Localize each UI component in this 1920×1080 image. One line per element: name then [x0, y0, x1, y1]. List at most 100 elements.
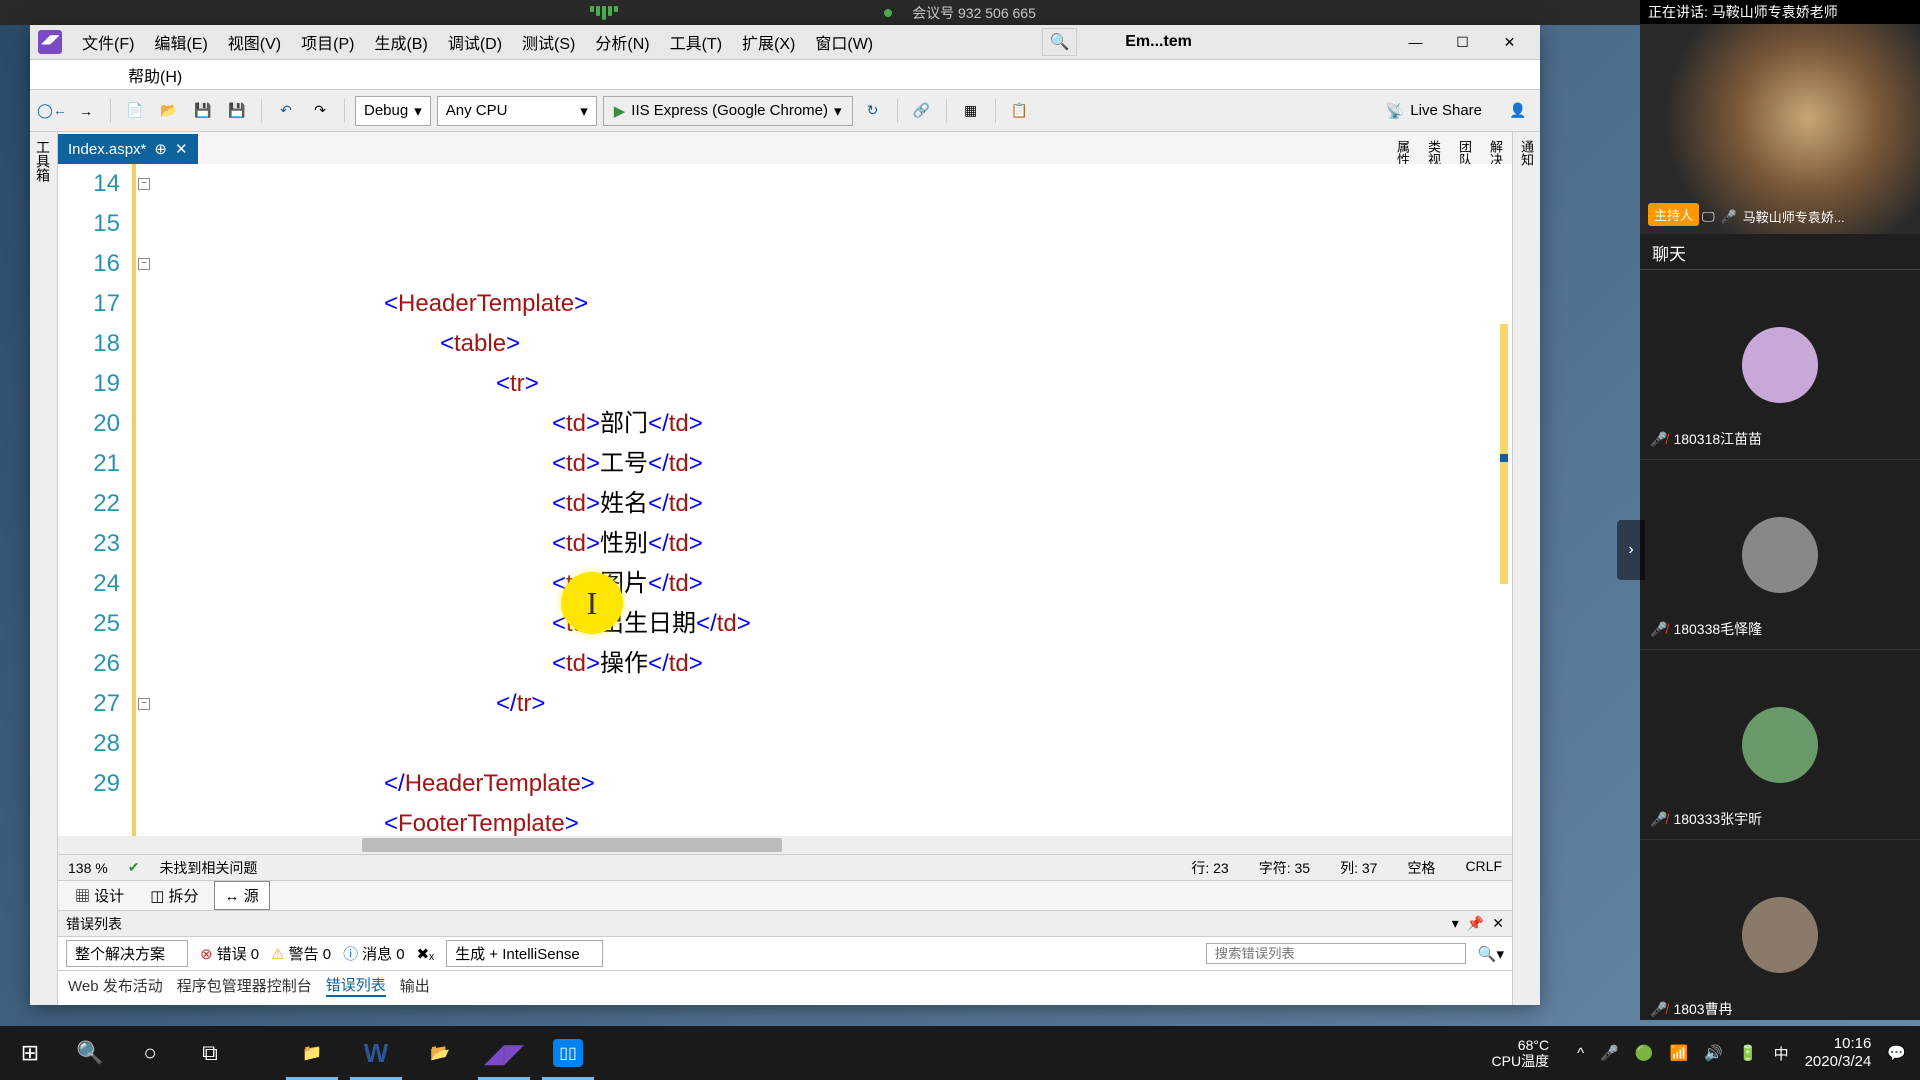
save-icon[interactable]: 💾	[189, 97, 217, 125]
participant[interactable]: 🎤̸1803曹冉	[1640, 840, 1920, 1020]
toolbox-tab[interactable]: 工具箱	[30, 132, 58, 1005]
tray-chevron-icon[interactable]: ^	[1577, 1045, 1584, 1062]
tab-notifications[interactable]: 通知	[1517, 140, 1536, 997]
sidebar-collapse-button[interactable]: ›	[1617, 520, 1645, 580]
code-line[interactable]: <FooterTemplate>	[160, 804, 1512, 836]
code-line[interactable]: </tr>	[160, 684, 1512, 724]
nav-back-icon[interactable]: ◯←	[38, 97, 66, 125]
code-line[interactable]: <HeaderTemplate>	[160, 284, 1512, 324]
fold-toggle-icon[interactable]: −	[138, 698, 150, 710]
taskbar-app-visualstudio[interactable]: ◢◤	[472, 1026, 536, 1080]
view-tab-source[interactable]: ↔ 源	[214, 881, 270, 910]
redo-icon[interactable]: ↷	[306, 97, 334, 125]
start-button[interactable]: ⊞	[0, 1026, 60, 1080]
intellisense-toggle[interactable]: ✖ₓ	[417, 945, 435, 963]
tray-notifications-icon[interactable]: 💬	[1887, 1044, 1906, 1062]
cpu-temp[interactable]: 68°C CPU温度	[1492, 1037, 1550, 1069]
nav-forward-icon[interactable]: →	[72, 97, 100, 125]
tab-error-list[interactable]: 错误列表	[326, 974, 386, 997]
code-line[interactable]: <td>工号</td>	[160, 444, 1512, 484]
code-line[interactable]	[160, 724, 1512, 764]
maximize-button[interactable]: ☐	[1440, 27, 1485, 57]
taskbar-app-explorer[interactable]: 📁	[280, 1026, 344, 1080]
menu-extensions[interactable]: 扩展(X)	[734, 26, 803, 58]
view-tab-split[interactable]: ◫ 拆分	[139, 881, 209, 910]
code-line[interactable]: <table>	[160, 324, 1512, 364]
menu-view[interactable]: 视图(V)	[220, 26, 289, 58]
open-folder-icon[interactable]: 📂	[155, 97, 183, 125]
tray-ime-icon[interactable]: 中	[1774, 1043, 1789, 1064]
menu-tools[interactable]: 工具(T)	[662, 26, 730, 58]
cortana-button[interactable]: ○	[120, 1026, 180, 1080]
close-button[interactable]: ✕	[1487, 27, 1532, 57]
menu-analyze[interactable]: 分析(N)	[587, 26, 657, 58]
warnings-filter[interactable]: ⚠警告 0	[271, 943, 331, 964]
save-all-icon[interactable]: 💾	[223, 97, 251, 125]
view-tab-design[interactable]: ▦ 设计	[64, 881, 135, 910]
pin-icon[interactable]: ⊕	[154, 140, 167, 158]
tab-pkg-console[interactable]: 程序包管理器控制台	[177, 975, 312, 996]
participant[interactable]: 🎤̸180338毛怿隆	[1640, 460, 1920, 650]
tray-volume-icon[interactable]: 🔊	[1704, 1044, 1723, 1062]
menu-build[interactable]: 生成(B)	[366, 26, 435, 58]
menu-edit[interactable]: 编辑(E)	[146, 26, 215, 58]
issues-label[interactable]: 未找到相关问题	[159, 858, 257, 878]
clock[interactable]: 10:16 2020/3/24	[1805, 1035, 1872, 1071]
scrollbar-thumb[interactable]	[362, 838, 782, 852]
search-button[interactable]: 🔍	[1042, 28, 1077, 56]
messages-filter[interactable]: ⓘ消息 0	[343, 943, 405, 964]
account-icon[interactable]: 👤	[1504, 97, 1532, 125]
error-panel-header[interactable]: 错误列表 ▾ 📌 ✕	[58, 911, 1512, 937]
menu-debug[interactable]: 调试(D)	[440, 26, 510, 58]
editor-tab[interactable]: Index.aspx* ⊕ ✕	[58, 134, 198, 164]
fold-toggle-icon[interactable]: −	[138, 178, 150, 190]
menu-project[interactable]: 项目(P)	[293, 26, 362, 58]
participant[interactable]: 🎤̸180333张宇昕	[1640, 650, 1920, 840]
vs-titlebar[interactable]: 文件(F) 编辑(E) 视图(V) 项目(P) 生成(B) 调试(D) 测试(S…	[30, 25, 1540, 60]
config-dropdown[interactable]: Debug ▾	[355, 96, 431, 126]
search-button[interactable]: 🔍	[60, 1026, 120, 1080]
menu-help[interactable]: 帮助(H)	[120, 59, 190, 91]
liveshare-button[interactable]: 📡 Live Share	[1386, 102, 1482, 120]
run-button[interactable]: ▶IIS Express (Google Chrome) ▾	[603, 96, 853, 126]
code-line[interactable]: <td>性别</td>	[160, 524, 1512, 564]
code-content[interactable]: <HeaderTemplate><table><tr><td>部门</td><t…	[156, 164, 1512, 836]
tool-icon[interactable]: 📋	[1006, 97, 1034, 125]
build-source-dropdown[interactable]: 生成 + IntelliSense	[446, 940, 603, 967]
code-line[interactable]: <td>姓名</td>	[160, 484, 1512, 524]
close-tab-icon[interactable]: ✕	[175, 140, 188, 158]
new-item-icon[interactable]: 📄	[121, 97, 149, 125]
code-line[interactable]: </HeaderTemplate>	[160, 764, 1512, 804]
code-line[interactable]: <td>图片</td>	[160, 564, 1512, 604]
tab-web-publish[interactable]: Web 发布活动	[68, 975, 163, 996]
tray-wifi-icon[interactable]: 📶	[1670, 1044, 1689, 1062]
menu-test[interactable]: 测试(S)	[514, 26, 583, 58]
fold-toggle-icon[interactable]: −	[138, 258, 150, 270]
tray-battery-icon[interactable]: 🔋	[1739, 1044, 1758, 1062]
browser-link-icon[interactable]: 🔗	[908, 97, 936, 125]
tray-mic-icon[interactable]: 🎤	[1600, 1044, 1619, 1062]
taskbar-app-explorer2[interactable]: 📂	[408, 1026, 472, 1080]
tray-360-icon[interactable]: 🟢	[1635, 1044, 1654, 1062]
menu-file[interactable]: 文件(F)	[74, 26, 142, 58]
task-view-button[interactable]: ⧉	[180, 1026, 240, 1080]
tab-output[interactable]: 输出	[400, 975, 430, 996]
code-line[interactable]: <td>出生日期</td>	[160, 604, 1512, 644]
chat-header[interactable]: 聊天	[1640, 234, 1920, 270]
scope-dropdown[interactable]: 整个解决方案	[66, 940, 188, 967]
code-line[interactable]: <tr>	[160, 364, 1512, 404]
menu-window[interactable]: 窗口(W)	[807, 26, 881, 58]
undo-icon[interactable]: ↶	[272, 97, 300, 125]
zoom-level[interactable]: 138 %	[68, 860, 108, 876]
host-video[interactable]: 主持人 🖵 🎤 马鞍山师专袁娇...	[1640, 24, 1920, 234]
minimize-button[interactable]: —	[1393, 27, 1438, 57]
code-line[interactable]: <td>操作</td>	[160, 644, 1512, 684]
participant[interactable]: 🎤̸180318江苗苗	[1640, 270, 1920, 460]
platform-dropdown[interactable]: Any CPU ▾	[437, 96, 597, 126]
tool-icon[interactable]: ▦	[957, 97, 985, 125]
refresh-icon[interactable]: ↻	[859, 97, 887, 125]
errors-filter[interactable]: ⊗错误 0	[200, 943, 259, 964]
taskbar-app-tencent-meeting[interactable]: ▯▯	[536, 1026, 600, 1080]
horizontal-scrollbar[interactable]	[58, 836, 1512, 854]
code-editor[interactable]: 14151617181920212223242526272829 −−− <He…	[58, 164, 1512, 836]
